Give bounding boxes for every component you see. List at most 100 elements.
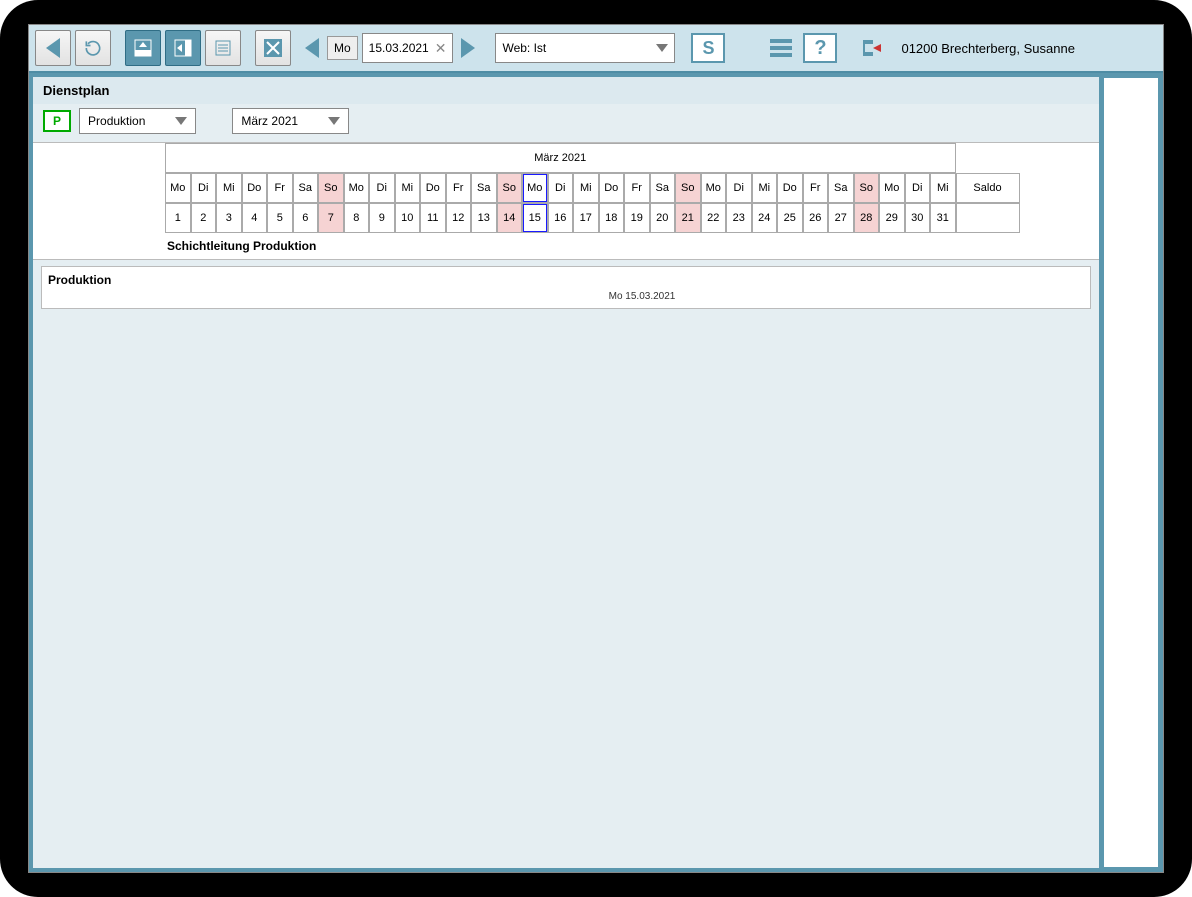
cell: Mo — [165, 173, 191, 203]
date-field[interactable]: 15.03.2021 ✕ — [362, 33, 454, 63]
cell: Mo — [701, 173, 727, 203]
cell: 10 — [395, 203, 421, 233]
cell: 20 — [650, 203, 676, 233]
cell: Mi — [752, 173, 778, 203]
panel-up-icon — [133, 38, 153, 58]
logout-icon — [859, 36, 883, 60]
menu-icon — [770, 39, 792, 57]
department-value: Produktion — [88, 114, 145, 128]
cell — [41, 143, 165, 173]
month-value: März 2021 — [241, 114, 298, 128]
month-title: März 2021 — [165, 143, 956, 173]
text-lines-icon — [213, 38, 233, 58]
cell: 16 — [548, 203, 574, 233]
cell: 5 — [267, 203, 293, 233]
cell: 23 — [726, 203, 752, 233]
cell: 1 — [165, 203, 191, 233]
layout-2-button[interactable] — [165, 30, 201, 66]
cell — [41, 173, 165, 203]
cell: 27 — [828, 203, 854, 233]
refresh-icon — [83, 38, 103, 58]
cell: Do — [242, 173, 268, 203]
cell: 21 — [675, 203, 701, 233]
cell: 22 — [701, 203, 727, 233]
group-header: Schichtleitung Produktion — [165, 233, 1091, 255]
cell: 31 — [930, 203, 956, 233]
cell: Di — [548, 173, 574, 203]
cell: 13 — [471, 203, 497, 233]
cell: So — [497, 173, 523, 203]
layout-1-button[interactable] — [125, 30, 161, 66]
cell: Di — [369, 173, 395, 203]
cell: So — [675, 173, 701, 203]
cell: 8 — [344, 203, 370, 233]
cell: Fr — [803, 173, 829, 203]
cell: 26 — [803, 203, 829, 233]
s-button[interactable]: S — [691, 33, 725, 63]
cell: So — [318, 173, 344, 203]
cell: 17 — [573, 203, 599, 233]
cell: Do — [420, 173, 446, 203]
cell: Di — [191, 173, 217, 203]
filters: P Produktion März 2021 — [33, 104, 1099, 142]
month-select[interactable]: März 2021 — [232, 108, 349, 134]
logout-button[interactable] — [853, 30, 889, 66]
cell: Do — [599, 173, 625, 203]
cell: Di — [905, 173, 931, 203]
cell: Sa — [293, 173, 319, 203]
section-title: Dienstplan — [33, 77, 1099, 104]
cell: Mi — [216, 173, 242, 203]
saldo-header: Saldo — [956, 173, 1020, 203]
cell: Mi — [395, 173, 421, 203]
cell: 25 — [777, 203, 803, 233]
next-day-button[interactable] — [457, 34, 479, 62]
cell: Mo — [522, 173, 548, 203]
menu-button[interactable] — [763, 30, 799, 66]
weekday-label: Mo — [327, 36, 358, 60]
cell: Fr — [446, 173, 472, 203]
cell: Mo — [879, 173, 905, 203]
cell: So — [854, 173, 880, 203]
user-label: 01200 Brechterberg, Susanne — [901, 41, 1074, 56]
timeline-title: Produktion — [48, 273, 1084, 287]
cell: 9 — [369, 203, 395, 233]
cell: 18 — [599, 203, 625, 233]
cell: Fr — [624, 173, 650, 203]
close-button[interactable] — [255, 30, 291, 66]
cell: Mo — [344, 173, 370, 203]
cell: 24 — [752, 203, 778, 233]
p-badge[interactable]: P — [43, 110, 71, 132]
timeline-date: Mo 15.03.2021 — [200, 291, 1084, 302]
prev-day-button[interactable] — [301, 34, 323, 62]
cell: Mi — [573, 173, 599, 203]
timeline-panel: Produktion Mo 15.03.2021 — [41, 266, 1091, 309]
cell: 2 — [191, 203, 217, 233]
back-button[interactable] — [35, 30, 71, 66]
department-select[interactable]: Produktion — [79, 108, 196, 134]
cell — [956, 143, 1020, 173]
toolbar: Mo 15.03.2021 ✕ Web: Ist S ? 01200 Brech — [29, 25, 1163, 73]
cell: Di — [726, 173, 752, 203]
cell: 28 — [854, 203, 880, 233]
cell: 19 — [624, 203, 650, 233]
x-box-icon — [262, 37, 284, 59]
text-button[interactable] — [205, 30, 241, 66]
cell: Mi — [930, 173, 956, 203]
clear-date-icon[interactable]: ✕ — [435, 40, 447, 57]
cell: 11 — [420, 203, 446, 233]
cell: 12 — [446, 203, 472, 233]
date-value: 15.03.2021 — [369, 41, 429, 55]
cell: Sa — [471, 173, 497, 203]
panel-left-icon — [173, 38, 193, 58]
cell — [41, 203, 165, 233]
view-select[interactable]: Web: Ist — [495, 33, 675, 63]
chevron-down-icon — [175, 117, 187, 125]
help-button[interactable]: ? — [803, 33, 837, 63]
cell: 14 — [497, 203, 523, 233]
cell: Do — [777, 173, 803, 203]
cell: 4 — [242, 203, 268, 233]
cell: 6 — [293, 203, 319, 233]
cell: 30 — [905, 203, 931, 233]
refresh-button[interactable] — [75, 30, 111, 66]
chevron-down-icon — [328, 117, 340, 125]
